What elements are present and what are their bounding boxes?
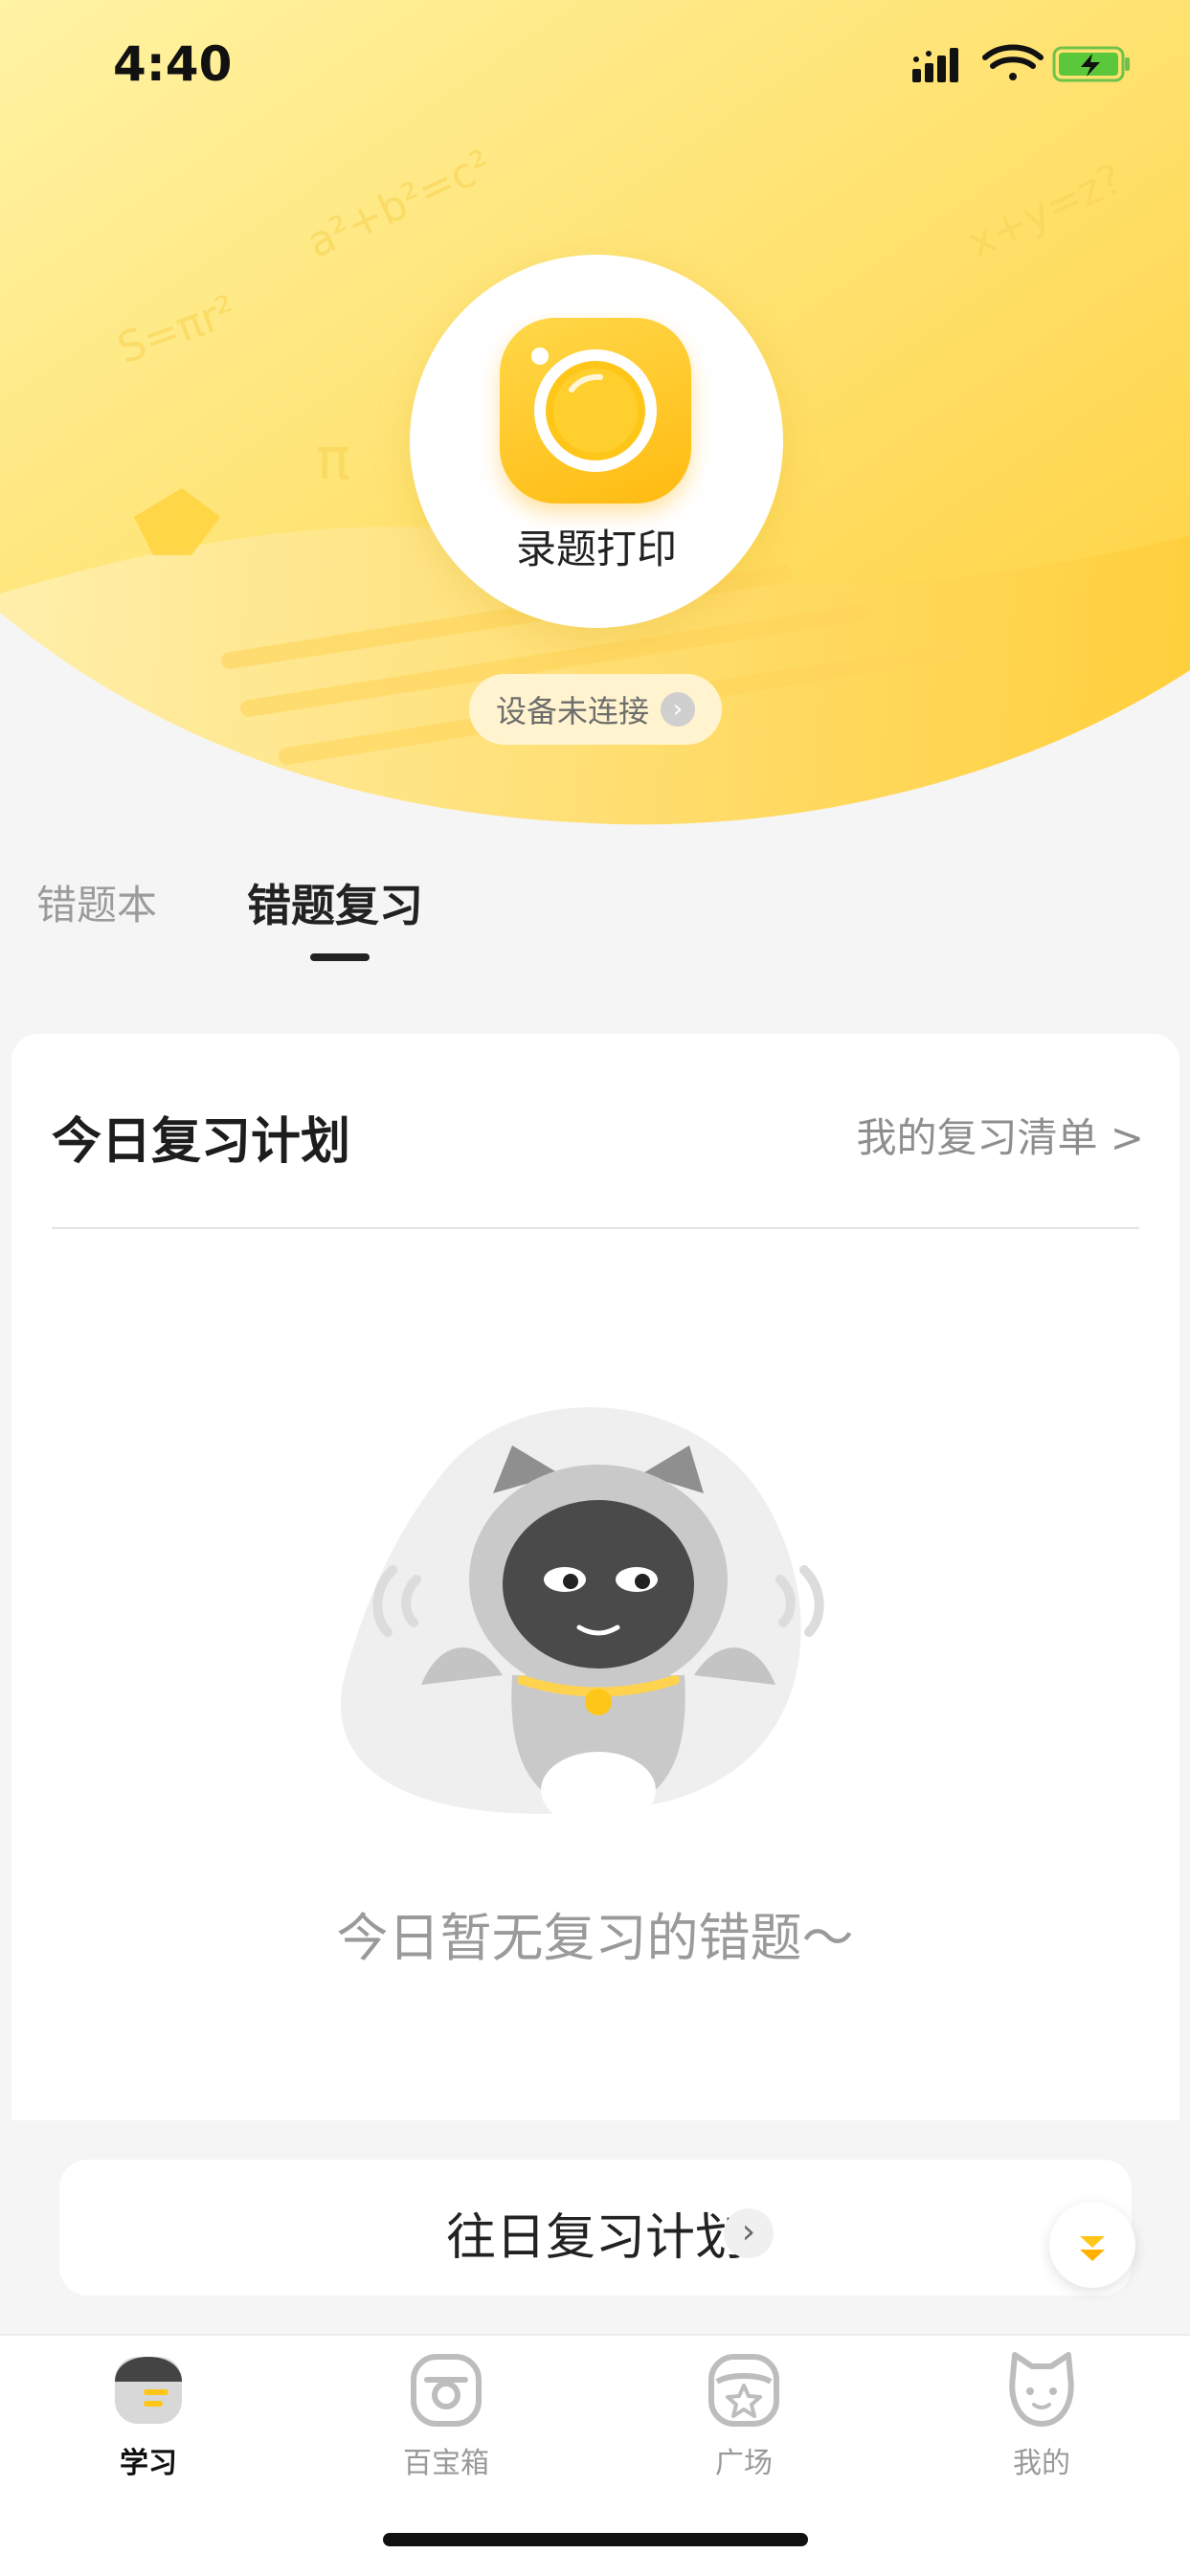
divider bbox=[52, 1227, 1139, 1229]
nav-study[interactable]: 学习 bbox=[53, 2347, 244, 2491]
nav-treasure-box[interactable]: 百宝箱 bbox=[350, 2347, 542, 2491]
signal-icon bbox=[912, 48, 958, 82]
wifi-icon bbox=[982, 44, 1044, 80]
nav-study-label: 学习 bbox=[120, 2447, 177, 2480]
profile-cat-icon bbox=[1009, 2352, 1074, 2427]
nav-profile[interactable]: 我的 bbox=[946, 2347, 1137, 2491]
status-icons bbox=[912, 44, 1130, 82]
study-icon bbox=[115, 2357, 182, 2424]
nav-treasure-box-label: 百宝箱 bbox=[403, 2447, 489, 2480]
nav-square[interactable]: 广场 bbox=[648, 2347, 840, 2491]
battery-icon bbox=[1052, 46, 1130, 82]
svg-text:π: π bbox=[316, 426, 350, 493]
chevron-right-icon: › bbox=[724, 2208, 774, 2258]
mascot-illustration bbox=[340, 1407, 824, 1828]
treasure-box-icon bbox=[411, 2354, 482, 2427]
nav-profile-label: 我的 bbox=[1013, 2447, 1070, 2480]
chevron-right-icon: › bbox=[661, 692, 695, 727]
past-review-plan-label: 往日复习计划 bbox=[445, 2209, 745, 2267]
tab-wrong-question-review[interactable]: 错题复习 bbox=[247, 871, 423, 934]
camera-icon bbox=[500, 318, 691, 504]
empty-state-text: 今日暂无复习的错题～ bbox=[336, 1908, 854, 1968]
device-connection-pill[interactable]: 设备未连接 › bbox=[469, 674, 722, 745]
square-icon bbox=[708, 2354, 779, 2427]
scan-print-label: 录题打印 bbox=[515, 526, 677, 572]
tab-wrong-question-book[interactable]: 错题本 bbox=[36, 873, 157, 931]
status-time: 4:40 bbox=[113, 36, 233, 92]
home-indicator bbox=[383, 2533, 808, 2546]
nav-square-label: 广场 bbox=[715, 2447, 773, 2480]
active-tab-indicator bbox=[310, 953, 370, 961]
double-chevron-down-icon bbox=[1080, 2236, 1105, 2261]
my-review-list-link[interactable]: 我的复习清单 > bbox=[856, 1106, 1144, 1164]
device-status-text: 设备未连接 bbox=[495, 693, 649, 729]
review-plan-title: 今日复习计划 bbox=[52, 1113, 351, 1171]
scroll-down-button[interactable] bbox=[1049, 2202, 1135, 2288]
